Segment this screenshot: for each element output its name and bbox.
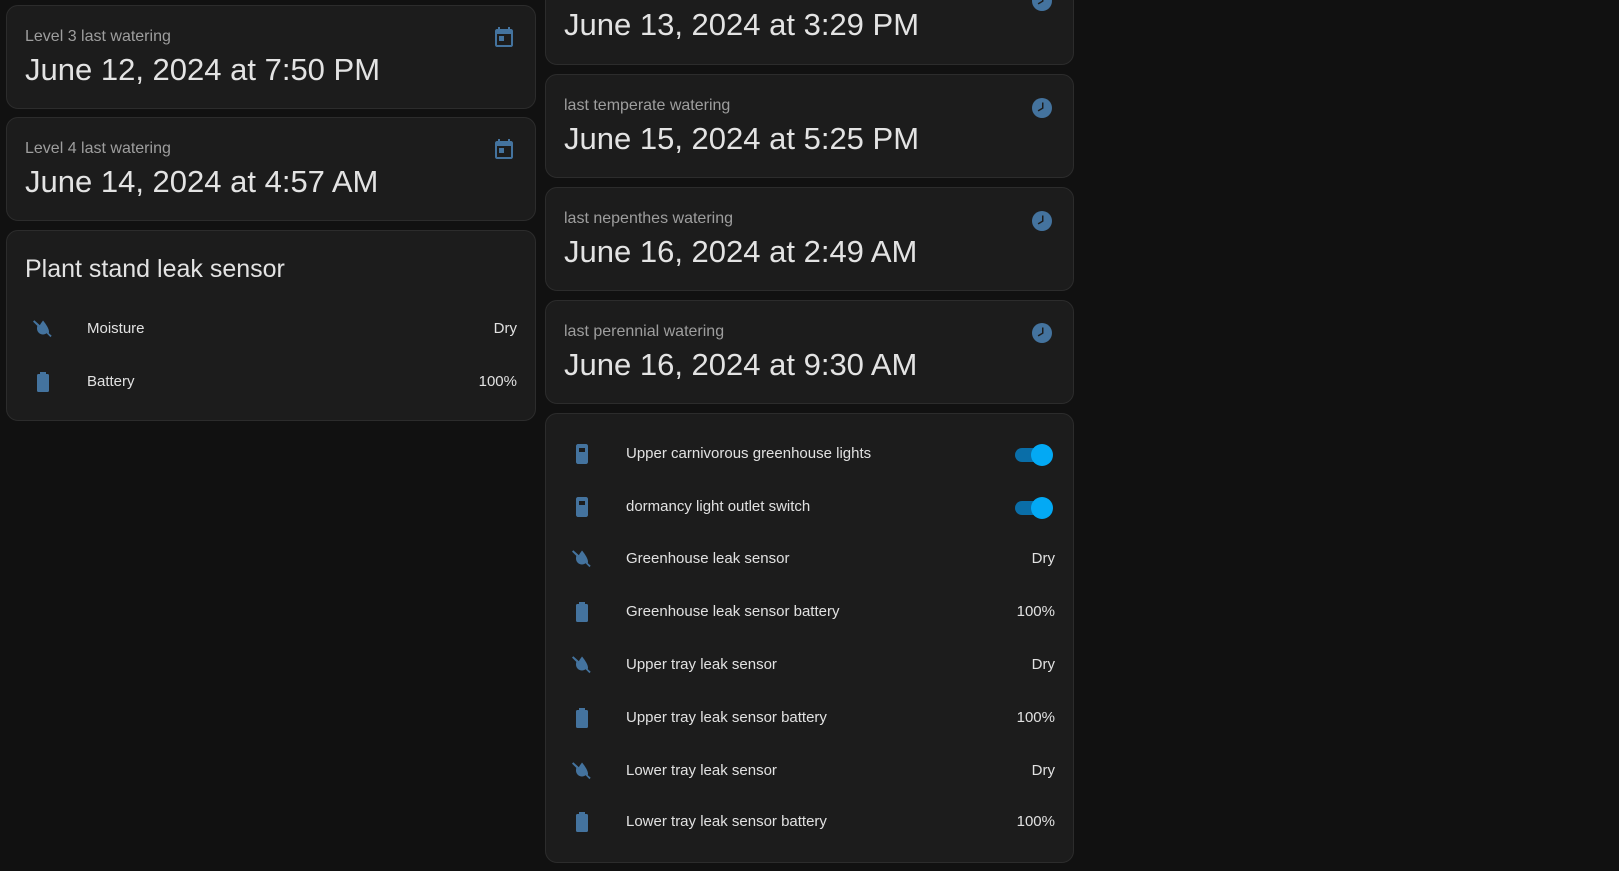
top-partial-watering-card[interactable]: June 13, 2024 at 3:29 PM bbox=[545, 0, 1074, 65]
entity-row-moisture[interactable]: Moisture Dry bbox=[7, 309, 535, 349]
entity-state: Dry bbox=[1031, 656, 1055, 673]
entity-row-lower-tray-leak[interactable]: Lower tray leak sensor Dry bbox=[546, 751, 1073, 791]
card-title: Plant stand leak sensor bbox=[25, 255, 285, 283]
nepenthes-watering-card[interactable]: last nepenthes watering June 16, 2024 at… bbox=[545, 187, 1074, 291]
battery-icon bbox=[31, 370, 55, 394]
water-off-icon bbox=[570, 547, 594, 571]
clock-icon bbox=[1030, 96, 1054, 120]
toggle-switch[interactable] bbox=[1013, 444, 1053, 466]
perennial-value: June 16, 2024 at 9:30 AM bbox=[564, 347, 918, 382]
toggle-thumb bbox=[1031, 497, 1053, 519]
light-switch-icon bbox=[570, 495, 594, 519]
toggle-switch[interactable] bbox=[1013, 497, 1053, 519]
nepenthes-value: June 16, 2024 at 2:49 AM bbox=[564, 234, 918, 269]
level3-value: June 12, 2024 at 7:50 PM bbox=[25, 52, 381, 87]
toggle-thumb bbox=[1031, 444, 1053, 466]
entity-row-greenhouse-leak[interactable]: Greenhouse leak sensor Dry bbox=[546, 539, 1073, 579]
perennial-watering-card[interactable]: last perennial watering June 16, 2024 at… bbox=[545, 300, 1074, 404]
entity-name: Upper tray leak sensor bbox=[626, 656, 777, 673]
level4-value: June 14, 2024 at 4:57 AM bbox=[25, 164, 379, 199]
entity-row-upper-tray-leak[interactable]: Upper tray leak sensor Dry bbox=[546, 645, 1073, 685]
clock-icon bbox=[1030, 321, 1054, 345]
calendar-icon bbox=[492, 26, 516, 50]
entity-row-upper-greenhouse-lights[interactable]: Upper carnivorous greenhouse lights bbox=[546, 434, 1073, 474]
nepenthes-label: last nepenthes watering bbox=[564, 210, 733, 227]
perennial-label: last perennial watering bbox=[564, 323, 725, 340]
level3-watering-card[interactable]: Level 3 last watering June 12, 2024 at 7… bbox=[6, 5, 536, 109]
battery-icon bbox=[570, 600, 594, 624]
top-partial-value: June 13, 2024 at 3:29 PM bbox=[564, 7, 920, 42]
battery-icon bbox=[570, 810, 594, 834]
entity-state: 100% bbox=[1016, 813, 1055, 830]
clock-icon bbox=[1030, 209, 1054, 233]
entity-row-upper-tray-leak-battery[interactable]: Upper tray leak sensor battery 100% bbox=[546, 698, 1073, 738]
entity-name: Lower tray leak sensor battery bbox=[626, 813, 827, 830]
level4-label: Level 4 last watering bbox=[25, 140, 171, 157]
entity-name: dormancy light outlet switch bbox=[626, 498, 811, 515]
entity-row-lower-tray-leak-battery[interactable]: Lower tray leak sensor battery 100% bbox=[546, 802, 1073, 842]
entity-state: Dry bbox=[1031, 762, 1055, 779]
entity-state: 100% bbox=[1016, 603, 1055, 620]
entity-state: Dry bbox=[1031, 550, 1055, 567]
entity-name: Battery bbox=[87, 373, 135, 390]
entity-row-battery[interactable]: Battery 100% bbox=[7, 362, 535, 402]
greenhouse-entities-card: Upper carnivorous greenhouse lights dorm… bbox=[545, 413, 1074, 863]
entity-name: Upper tray leak sensor battery bbox=[626, 709, 827, 726]
entity-state: 100% bbox=[478, 373, 517, 390]
light-switch-icon bbox=[570, 442, 594, 466]
water-off-icon bbox=[570, 653, 594, 677]
entity-name: Lower tray leak sensor bbox=[626, 762, 777, 779]
entity-row-greenhouse-leak-battery[interactable]: Greenhouse leak sensor battery 100% bbox=[546, 592, 1073, 632]
entity-name: Greenhouse leak sensor bbox=[626, 550, 790, 567]
entity-state: 100% bbox=[1016, 709, 1055, 726]
battery-icon bbox=[570, 706, 594, 730]
entity-name: Greenhouse leak sensor battery bbox=[626, 603, 840, 620]
level3-label: Level 3 last watering bbox=[25, 28, 171, 45]
water-off-icon bbox=[570, 759, 594, 783]
temperate-value: June 15, 2024 at 5:25 PM bbox=[564, 121, 920, 156]
temperate-label: last temperate watering bbox=[564, 97, 731, 114]
entity-state: Dry bbox=[493, 320, 517, 337]
water-off-icon bbox=[31, 317, 55, 341]
plant-stand-leak-card: Plant stand leak sensor Moisture Dry Bat… bbox=[6, 230, 536, 421]
calendar-icon bbox=[492, 138, 516, 162]
clock-icon bbox=[1030, 0, 1054, 13]
entity-name: Upper carnivorous greenhouse lights bbox=[626, 445, 872, 462]
temperate-watering-card[interactable]: last temperate watering June 15, 2024 at… bbox=[545, 74, 1074, 178]
level4-watering-card[interactable]: Level 4 last watering June 14, 2024 at 4… bbox=[6, 117, 536, 221]
entity-name: Moisture bbox=[87, 320, 145, 337]
entity-row-dormancy-light[interactable]: dormancy light outlet switch bbox=[546, 487, 1073, 527]
